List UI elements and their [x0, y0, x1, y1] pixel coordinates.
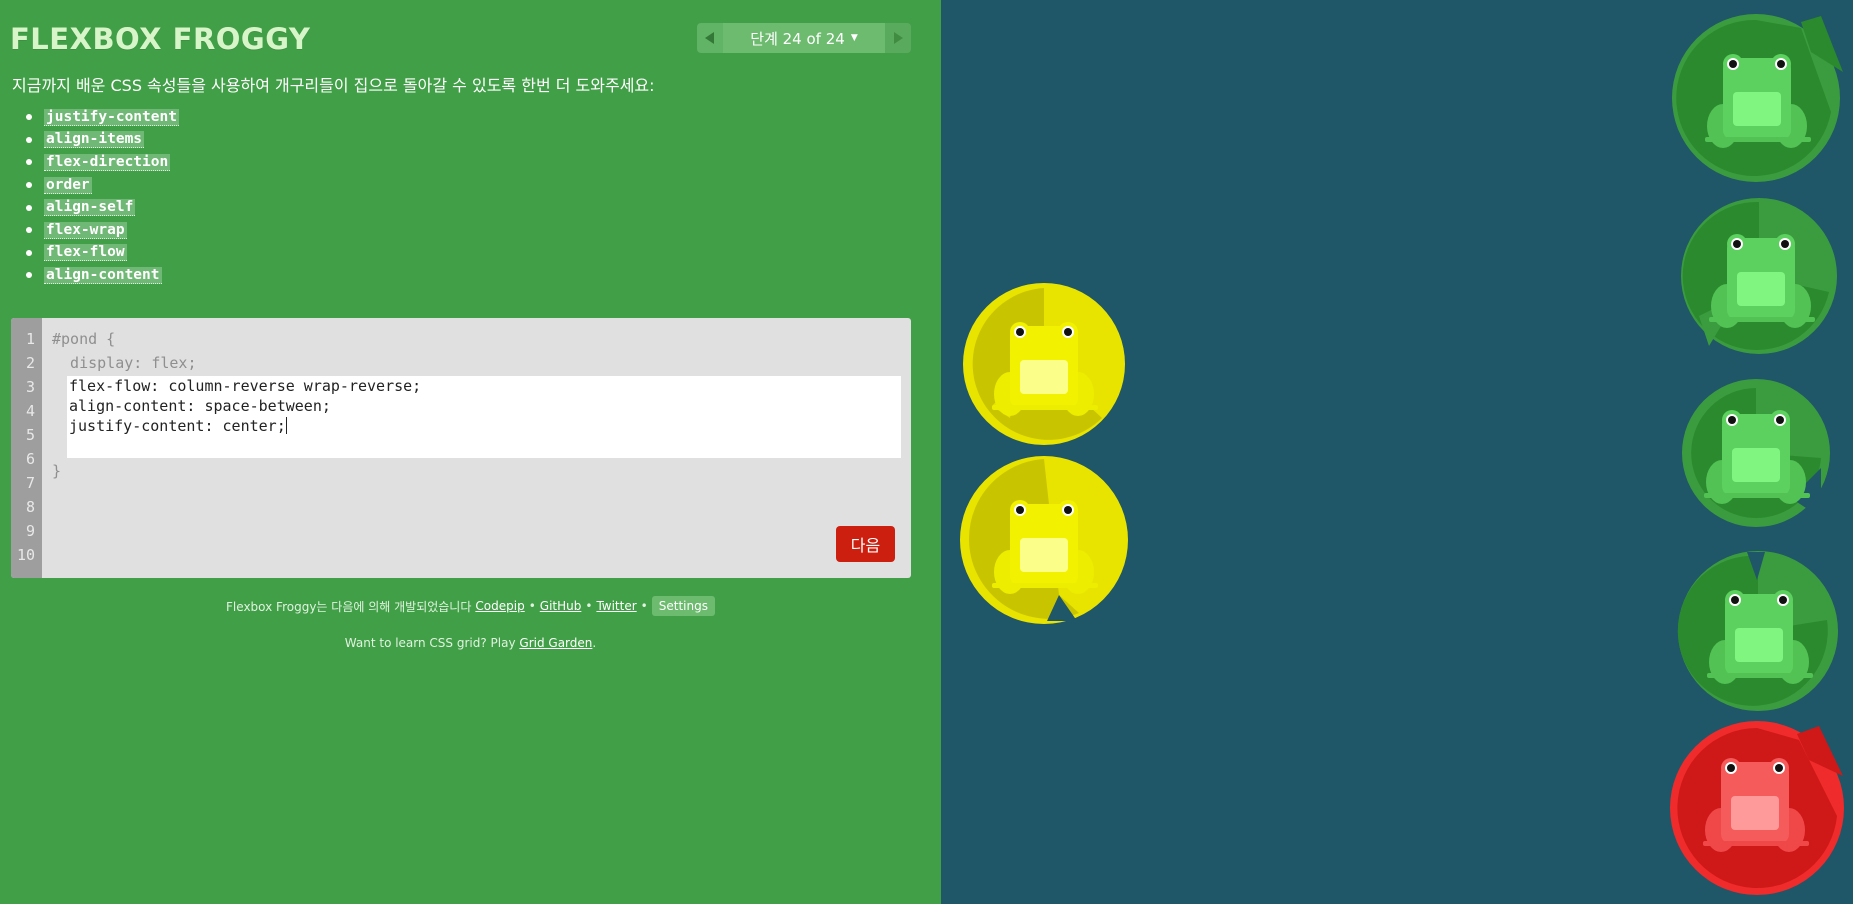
line-number: 1	[25, 330, 35, 348]
triangle-left-icon	[705, 32, 714, 44]
text-cursor	[285, 417, 287, 434]
pond	[941, 0, 1853, 904]
line-number: 2	[25, 354, 35, 372]
code-closing-brace: }	[52, 462, 62, 480]
property-align-content[interactable]: align-content	[44, 266, 162, 284]
green-lilypad	[1681, 198, 1837, 354]
grid-garden-link[interactable]: Grid Garden	[519, 636, 592, 650]
property-align-self[interactable]: align-self	[44, 199, 136, 217]
red-lilypad	[1670, 721, 1844, 895]
app-title: FLEXBOX FROGGY	[10, 22, 311, 56]
list-item: align-self	[26, 196, 179, 219]
list-item: align-items	[26, 129, 179, 152]
property-justify-content[interactable]: justify-content	[44, 108, 179, 126]
prev-level-button[interactable]	[697, 23, 723, 53]
property-flex-wrap[interactable]: flex-wrap	[44, 221, 127, 239]
codepip-link[interactable]: Codepip	[475, 599, 524, 613]
list-item: order	[26, 174, 179, 197]
property-flex-flow[interactable]: flex-flow	[44, 244, 127, 262]
property-align-items[interactable]: align-items	[44, 131, 145, 149]
grid-garden-promo: Want to learn CSS grid? Play Grid Garden…	[344, 636, 597, 650]
line-number: 6	[25, 450, 35, 468]
github-link[interactable]: GitHub	[540, 599, 582, 613]
triangle-right-icon	[894, 32, 903, 44]
code-editor: 1 2 3 4 5 6 7 8 9 10 #pond { display: fl…	[11, 318, 911, 578]
line-number-gutter: 1 2 3 4 5 6 7 8 9 10	[11, 318, 42, 578]
list-item: flex-wrap	[26, 219, 179, 242]
caret-down-icon: ▼	[850, 33, 858, 43]
list-item: flex-flow	[26, 242, 179, 265]
line-number: 3	[25, 378, 35, 396]
line-number: 10	[16, 546, 35, 564]
input-line-2: align-content: space-between;	[69, 397, 331, 415]
level-label: 단계 24 of 24	[750, 29, 845, 48]
code-selector-line: #pond {	[52, 330, 116, 348]
promo-text: Want to learn CSS grid? Play	[344, 636, 516, 650]
twitter-link[interactable]: Twitter	[596, 599, 636, 613]
next-button[interactable]: 다음	[836, 526, 895, 562]
green-lilypad	[1682, 379, 1830, 527]
credits-line: Flexbox Froggy는 다음에 의해 개발되었습니다 Codepip •…	[0, 596, 941, 616]
level-navigation: 단계 24 of 24 ▼	[697, 23, 911, 53]
line-number: 8	[25, 498, 35, 516]
line-number: 4	[25, 402, 35, 420]
level-indicator[interactable]: 단계 24 of 24 ▼	[723, 23, 885, 53]
input-line-3: justify-content: center;	[69, 417, 286, 435]
next-level-button[interactable]	[885, 23, 911, 53]
sidebar: FLEXBOX FROGGY 단계 24 of 24 ▼ 지금까지 배운 CSS…	[0, 0, 941, 904]
property-flex-direction[interactable]: flex-direction	[44, 153, 171, 171]
line-number: 7	[25, 474, 35, 492]
list-item: justify-content	[26, 106, 179, 129]
yellow-lilypad	[960, 456, 1128, 624]
green-lilypad	[1677, 551, 1838, 711]
credits-prefix: Flexbox Froggy는 다음에 의해 개발되었습니다	[226, 599, 472, 614]
line-number: 5	[25, 426, 35, 444]
list-item: align-content	[26, 264, 179, 287]
yellow-lilypad	[963, 283, 1125, 445]
separator: •	[640, 599, 648, 613]
property-list: justify-content align-items flex-directi…	[26, 106, 179, 287]
green-lilypad	[1672, 14, 1843, 182]
line-number: 9	[25, 522, 35, 540]
separator: •	[528, 599, 536, 613]
css-input-area[interactable]: flex-flow: column-reverse wrap-reverse; …	[67, 376, 901, 458]
property-order[interactable]: order	[44, 176, 92, 194]
separator: •	[585, 599, 593, 613]
settings-button[interactable]: Settings	[651, 596, 715, 616]
input-line-1: flex-flow: column-reverse wrap-reverse;	[69, 377, 422, 395]
code-display-line: display: flex;	[52, 354, 197, 372]
list-item: flex-direction	[26, 151, 179, 174]
instructions-text: 지금까지 배운 CSS 속성들을 사용하여 개구리들이 집으로 돌아갈 수 있도…	[12, 76, 655, 95]
